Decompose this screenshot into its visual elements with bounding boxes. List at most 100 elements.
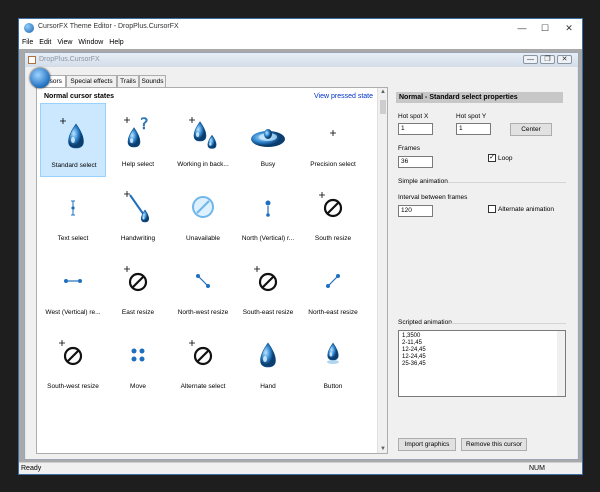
cursor-item[interactable]: Working in back... xyxy=(170,103,236,177)
menu-bar: File Edit View Window Help xyxy=(19,37,582,49)
textarea-scrollbar[interactable] xyxy=(557,331,565,396)
cursor-item[interactable]: Precision select xyxy=(300,103,366,177)
no-sign-icon xyxy=(53,335,93,375)
interval-input[interactable]: 120 xyxy=(398,205,433,217)
cursor-item[interactable]: North-east resize xyxy=(300,251,366,325)
drop-button-icon xyxy=(313,335,353,375)
cursor-item[interactable]: Unavailable xyxy=(170,177,236,251)
scroll-down-arrow-icon[interactable]: ▼ xyxy=(378,446,388,452)
cursor-item-label: South resize xyxy=(314,235,352,242)
drop-help-icon: ? xyxy=(118,113,158,153)
no-sign-icon xyxy=(183,335,223,375)
frames-input[interactable]: 36 xyxy=(398,156,433,168)
cursor-item-label: Hand xyxy=(260,383,276,390)
menu-edit[interactable]: Edit xyxy=(36,37,54,49)
cursor-item-label: South-east resize xyxy=(242,309,294,316)
menu-help[interactable]: Help xyxy=(106,37,126,49)
maximize-button[interactable]: ☐ xyxy=(533,21,557,35)
cursor-item[interactable]: Button xyxy=(300,325,366,399)
cursor-item[interactable]: North-west resize xyxy=(170,251,236,325)
simple-animation-label: Simple animation xyxy=(398,178,448,185)
cursor-item[interactable]: South resize xyxy=(300,177,366,251)
cursor-item-label: West (Vertical) re... xyxy=(45,309,101,316)
cursor-item-label: East resize xyxy=(121,309,155,316)
document-close-button[interactable]: ✕ xyxy=(557,55,572,64)
remove-cursor-button[interactable]: Remove this cursor xyxy=(461,438,527,451)
cursor-list-scrollbar[interactable]: ▲ ▼ xyxy=(377,88,387,453)
cursor-item[interactable]: West (Vertical) re... xyxy=(40,251,106,325)
cursor-item-label: Move xyxy=(130,383,146,390)
import-graphics-button[interactable]: Import graphics xyxy=(398,438,456,451)
drop-working-icon xyxy=(183,113,223,153)
script-line: 12-24,45 xyxy=(402,347,426,353)
view-pressed-state-link[interactable]: View pressed state xyxy=(314,93,373,100)
cursor-item[interactable]: Move xyxy=(105,325,171,399)
cursor-item[interactable]: Handwriting xyxy=(105,177,171,251)
hotspot-x-input[interactable]: 1 xyxy=(398,123,433,135)
num-lock-indicator: NUM xyxy=(529,465,545,472)
pen-drop-icon xyxy=(118,187,158,227)
cursor-item[interactable]: Alternate select xyxy=(170,325,236,399)
cursor-item[interactable]: Text select xyxy=(40,177,106,251)
document-restore-button[interactable]: ❐ xyxy=(540,55,555,64)
cursor-item-label: Button xyxy=(323,383,343,390)
script-line: 25-36,45 xyxy=(402,361,426,367)
drop-hand-icon xyxy=(248,335,288,375)
cursor-item-label: Working in back... xyxy=(177,161,229,168)
hotspot-x-label: Hot spot X xyxy=(398,113,429,120)
hotspot-y-label: Hot spot Y xyxy=(456,113,487,120)
cursor-item[interactable]: East resize xyxy=(105,251,171,325)
close-button[interactable]: ✕ xyxy=(557,21,581,35)
no-sign-icon xyxy=(248,261,288,301)
tab-special-effects[interactable]: Special effects xyxy=(66,75,117,87)
diagonal-nw-resize-icon xyxy=(183,261,223,301)
interval-label: Interval between frames xyxy=(398,194,468,201)
cursor-item[interactable]: Standard select xyxy=(40,103,106,177)
properties-panel: Normal - Standard select properties Hot … xyxy=(393,87,573,454)
drop-logo-icon xyxy=(30,68,50,88)
scroll-thumb[interactable] xyxy=(380,100,386,114)
vertical-resize-icon xyxy=(248,187,288,227)
document-minimize-button[interactable]: — xyxy=(523,55,538,64)
scripted-animation-textarea[interactable]: 1,3500 2-11,45 12-24,45 12-24,45 25-36,4… xyxy=(398,330,566,397)
cursor-item[interactable]: Busy xyxy=(235,103,301,177)
center-button[interactable]: Center xyxy=(510,123,552,136)
text-beam-icon xyxy=(53,187,93,227)
cursor-item[interactable]: North (Vertical) r... xyxy=(235,177,301,251)
diagonal-ne-resize-icon xyxy=(313,261,353,301)
cursor-item-label: Handwriting xyxy=(120,235,156,242)
menu-view[interactable]: View xyxy=(54,37,75,49)
tab-trails[interactable]: Trails xyxy=(117,75,139,87)
cursor-list-panel: Normal cursor states View pressed state … xyxy=(36,87,388,454)
cursor-item-label: Precision select xyxy=(310,161,356,168)
tab-sounds[interactable]: Sounds xyxy=(139,75,166,87)
cursor-item-label: Standard select xyxy=(51,162,97,169)
document-title: DropPlus.CursorFX xyxy=(39,56,100,63)
document-title-bar: DropPlus.CursorFX — ❐ ✕ xyxy=(25,53,578,67)
cursor-item[interactable]: South-west resize xyxy=(40,325,106,399)
cursor-states-heading: Normal cursor states xyxy=(44,93,115,100)
cursor-item[interactable]: ? Help select xyxy=(105,103,171,177)
unavailable-ring-icon xyxy=(183,187,223,227)
editor-content: Cursors Special effects Trails Sounds No… xyxy=(26,67,577,459)
menu-window[interactable]: Window xyxy=(75,37,106,49)
scroll-up-arrow-icon[interactable]: ▲ xyxy=(378,89,388,95)
title-bar: CursorFX Theme Editor - DropPlus.CursorF… xyxy=(19,19,582,37)
drop-arrow-icon xyxy=(54,114,94,154)
cursor-item[interactable]: Hand xyxy=(235,325,301,399)
script-line: 12-24,45 xyxy=(402,354,426,360)
loop-checkbox[interactable]: ✓ xyxy=(488,154,496,162)
alternate-animation-checkbox[interactable] xyxy=(488,205,496,213)
cursor-item-label: Alternate select xyxy=(180,383,226,390)
minimize-button[interactable]: — xyxy=(510,21,534,35)
crosshair-icon xyxy=(313,113,353,153)
cursor-item-label: North-west resize xyxy=(177,309,229,316)
cursor-item[interactable]: South-east resize xyxy=(235,251,301,325)
menu-file[interactable]: File xyxy=(19,37,36,49)
scripted-animation-label: Scripted animation xyxy=(398,319,452,326)
document-icon xyxy=(28,56,36,64)
cursor-item-label: Busy xyxy=(260,161,276,168)
hotspot-y-input[interactable]: 1 xyxy=(456,123,491,135)
cursor-item-label: North (Vertical) r... xyxy=(241,235,295,242)
script-line: 1,3500 xyxy=(402,333,421,339)
